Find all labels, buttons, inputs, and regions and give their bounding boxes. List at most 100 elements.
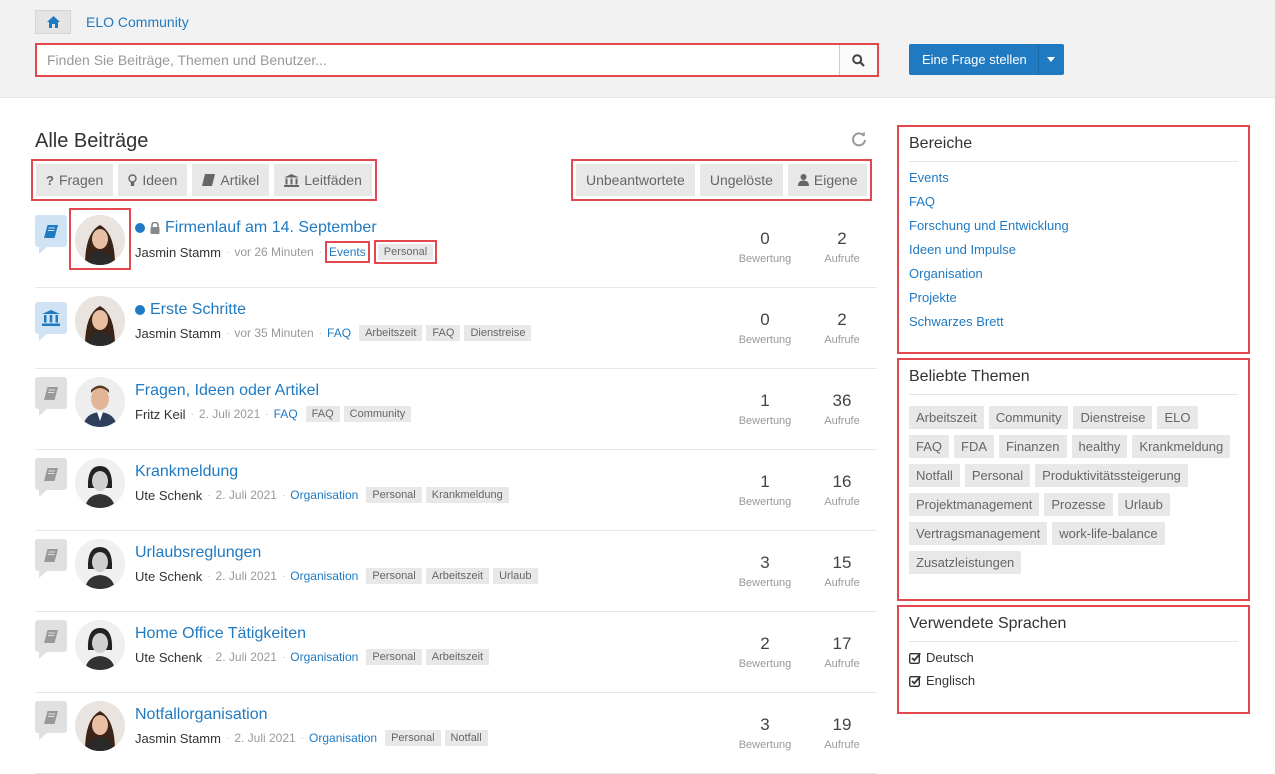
topic-tag[interactable]: FDA: [954, 435, 995, 458]
post-row[interactable]: Notfallorganisation Jasmin Stamm · 2. Ju…: [35, 693, 877, 774]
topic-tag[interactable]: Prozesse: [1044, 493, 1113, 516]
rating-label: Bewertung: [738, 415, 792, 427]
topic-tag[interactable]: ELO: [1157, 406, 1198, 429]
post-category[interactable]: Organisation: [290, 650, 358, 664]
topic-tag[interactable]: Community: [988, 406, 1069, 429]
post-author[interactable]: Fritz Keil: [135, 407, 186, 422]
topic-tag[interactable]: Zusatzleistungen: [909, 551, 1022, 574]
area-link[interactable]: Ideen und Impulse: [909, 242, 1238, 257]
ask-dropdown-toggle[interactable]: [1037, 44, 1064, 75]
post-author[interactable]: Jasmin Stamm: [135, 731, 221, 746]
filter-unanswered[interactable]: Unbeantwortete: [576, 164, 695, 196]
refresh-button[interactable]: [851, 131, 867, 152]
post-author[interactable]: Ute Schenk: [135, 569, 202, 584]
ask-question-button[interactable]: Eine Frage stellen: [909, 44, 1064, 75]
area-link[interactable]: FAQ: [909, 194, 1238, 209]
topic-tag[interactable]: Produktivitätssteigerung: [1035, 464, 1188, 487]
post-tag[interactable]: FAQ: [426, 325, 461, 341]
post-type-book-icon: [35, 701, 67, 740]
breadcrumb-elo-community[interactable]: ELO Community: [86, 14, 189, 30]
topic-tag[interactable]: Notfall: [909, 464, 960, 487]
post-author[interactable]: Ute Schenk: [135, 650, 202, 665]
area-link[interactable]: Projekte: [909, 290, 1238, 305]
post-tag[interactable]: Arbeitszeit: [359, 325, 423, 341]
post-row[interactable]: Urlaubsreglungen Ute Schenk · 2. Juli 20…: [35, 531, 877, 612]
topic-tag[interactable]: healthy: [1071, 435, 1128, 458]
post-title[interactable]: Urlaubsreglungen: [135, 544, 261, 562]
topic-tag[interactable]: Finanzen: [999, 435, 1067, 458]
post-tag[interactable]: Personal: [366, 649, 422, 665]
post-title-text[interactable]: Urlaubsreglungen: [135, 544, 261, 562]
topic-tag[interactable]: Vertragsmanagement: [909, 522, 1048, 545]
topic-tag[interactable]: Personal: [964, 464, 1031, 487]
post-title-text[interactable]: Firmenlauf am 14. September: [165, 219, 377, 237]
author-avatar[interactable]: [75, 458, 125, 508]
post-row[interactable]: Erste Schritte Jasmin Stamm · vor 35 Min…: [35, 288, 877, 369]
topic-tag[interactable]: Urlaub: [1117, 493, 1170, 516]
post-tag[interactable]: Community: [343, 406, 412, 422]
home-button[interactable]: [35, 10, 71, 34]
author-avatar[interactable]: [75, 296, 125, 346]
post-row[interactable]: Home Office Tätigkeiten Ute Schenk · 2. …: [35, 612, 877, 693]
area-link[interactable]: Events: [909, 170, 1238, 185]
filter-questions[interactable]: ? Fragen: [36, 164, 114, 196]
post-title[interactable]: Notfallorganisation: [135, 706, 268, 724]
post-tag[interactable]: Notfall: [444, 730, 488, 746]
topic-tag[interactable]: work-life-balance: [1052, 522, 1165, 545]
post-tag[interactable]: Personal: [373, 240, 438, 264]
author-avatar[interactable]: [75, 539, 125, 589]
topic-tag[interactable]: FAQ: [909, 435, 950, 458]
post-tag[interactable]: FAQ: [305, 406, 340, 422]
post-title-text[interactable]: Krankmeldung: [135, 463, 238, 481]
post-category[interactable]: FAQ: [327, 326, 351, 340]
search-input[interactable]: [37, 45, 839, 75]
post-title[interactable]: Home Office Tätigkeiten: [135, 625, 306, 643]
author-avatar[interactable]: [75, 701, 125, 751]
topic-tag[interactable]: Projektmanagement: [909, 493, 1040, 516]
topic-tag[interactable]: Krankmeldung: [1132, 435, 1231, 458]
post-author[interactable]: Jasmin Stamm: [135, 326, 221, 341]
post-title-text[interactable]: Fragen, Ideen oder Artikel: [135, 382, 319, 400]
post-category[interactable]: Organisation: [309, 731, 377, 745]
author-avatar[interactable]: [75, 620, 125, 670]
post-title-text[interactable]: Home Office Tätigkeiten: [135, 625, 306, 643]
post-author[interactable]: Ute Schenk: [135, 488, 202, 503]
area-link[interactable]: Forschung und Entwicklung: [909, 218, 1238, 233]
topic-tag[interactable]: Dienstreise: [1073, 406, 1153, 429]
area-link[interactable]: Schwarzes Brett: [909, 314, 1238, 329]
post-row[interactable]: Krankmeldung Ute Schenk · 2. Juli 2021 ·…: [35, 450, 877, 531]
language-filter[interactable]: Englisch: [909, 673, 1238, 688]
post-tag[interactable]: Personal: [366, 487, 422, 503]
post-title[interactable]: Fragen, Ideen oder Artikel: [135, 382, 319, 400]
post-category[interactable]: Organisation: [290, 488, 358, 502]
filter-own[interactable]: Eigene: [787, 164, 868, 196]
post-tag[interactable]: Dienstreise: [464, 325, 532, 341]
post-category[interactable]: FAQ: [274, 407, 298, 421]
separator: ·: [207, 489, 211, 501]
filter-ideas[interactable]: Ideen: [118, 164, 188, 196]
post-tag[interactable]: Arbeitszeit: [425, 568, 490, 584]
language-filter[interactable]: Deutsch: [909, 650, 1238, 665]
post-category[interactable]: Events: [325, 241, 370, 263]
post-author[interactable]: Jasmin Stamm: [135, 245, 221, 260]
post-title[interactable]: Erste Schritte: [135, 301, 246, 319]
post-title[interactable]: Krankmeldung: [135, 463, 238, 481]
post-tag[interactable]: Personal: [366, 568, 422, 584]
filter-unsolved[interactable]: Ungelöste: [699, 164, 783, 196]
post-tag[interactable]: Krankmeldung: [425, 487, 509, 503]
post-category[interactable]: Organisation: [290, 569, 358, 583]
post-tag[interactable]: Personal: [385, 730, 441, 746]
topic-tag[interactable]: Arbeitszeit: [909, 406, 984, 429]
author-avatar[interactable]: [75, 377, 125, 427]
filter-articles[interactable]: Artikel: [192, 164, 270, 196]
search-button[interactable]: [839, 45, 877, 75]
post-title-text[interactable]: Erste Schritte: [150, 301, 246, 319]
post-row[interactable]: Firmenlauf am 14. September Jasmin Stamm…: [35, 207, 877, 288]
area-link[interactable]: Organisation: [909, 266, 1238, 281]
post-row[interactable]: Fragen, Ideen oder Artikel Fritz Keil · …: [35, 369, 877, 450]
filter-guides[interactable]: Leitfäden: [274, 164, 372, 196]
post-tag[interactable]: Urlaub: [493, 568, 538, 584]
post-title[interactable]: Firmenlauf am 14. September: [135, 219, 377, 237]
post-title-text[interactable]: Notfallorganisation: [135, 706, 268, 724]
post-tag[interactable]: Arbeitszeit: [425, 649, 490, 665]
